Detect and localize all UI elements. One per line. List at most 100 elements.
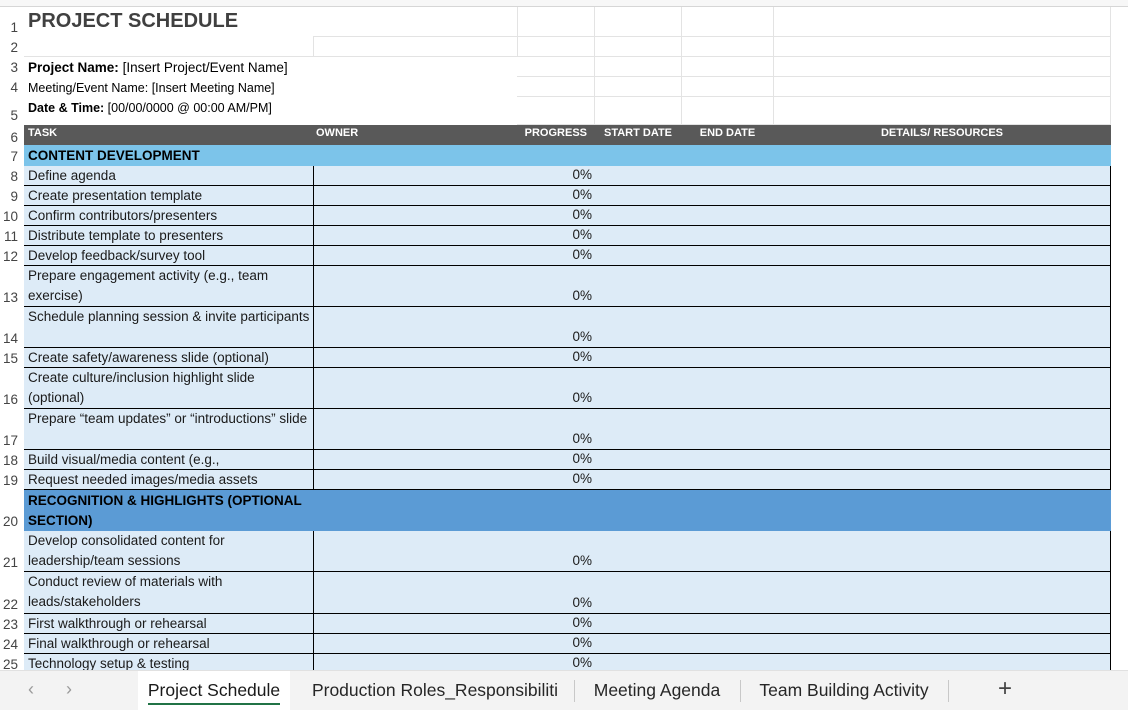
grid-cell[interactable] — [517, 97, 595, 125]
owner-cell[interactable] — [313, 634, 518, 654]
end-date-cell[interactable] — [681, 368, 774, 409]
start-date-cell[interactable] — [594, 348, 682, 368]
end-date-cell[interactable] — [681, 206, 774, 226]
end-date-cell[interactable] — [681, 166, 774, 186]
owner-cell[interactable] — [313, 307, 518, 348]
progress-cell[interactable]: 0% — [517, 307, 595, 348]
grid-cell[interactable] — [517, 37, 595, 57]
grid-cell[interactable] — [773, 7, 1111, 37]
datetime-cell[interactable]: Date & Time: [00/00/0000 @ 00:00 AM/PM] — [24, 97, 444, 125]
grid-cell[interactable] — [594, 97, 682, 125]
tab-project-schedule[interactable]: Project Schedule — [138, 671, 290, 710]
section-header[interactable]: RECOGNITION & HIGHLIGHTS (OPTIONAL SECTI… — [24, 490, 1111, 531]
progress-cell[interactable]: 0% — [517, 409, 595, 450]
owner-cell[interactable] — [313, 470, 518, 490]
start-date-cell[interactable] — [594, 531, 682, 572]
details-cell[interactable] — [773, 226, 1111, 246]
details-cell[interactable] — [773, 368, 1111, 409]
owner-cell[interactable] — [313, 166, 518, 186]
progress-cell[interactable]: 0% — [517, 226, 595, 246]
end-date-cell[interactable] — [681, 572, 774, 614]
task-cell[interactable]: Define agenda — [24, 166, 314, 186]
progress-cell[interactable]: 0% — [517, 206, 595, 226]
end-date-cell[interactable] — [681, 226, 774, 246]
row-number[interactable]: 18 — [0, 450, 24, 470]
start-date-cell[interactable] — [594, 470, 682, 490]
task-cell[interactable]: Final walkthrough or rehearsal — [24, 634, 314, 654]
end-date-cell[interactable] — [681, 246, 774, 266]
start-date-cell[interactable] — [594, 572, 682, 614]
details-cell[interactable] — [773, 450, 1111, 470]
row-number[interactable]: 3 — [0, 57, 24, 77]
end-date-cell[interactable] — [681, 266, 774, 307]
row-number[interactable]: 5 — [0, 97, 24, 125]
start-date-cell[interactable] — [594, 226, 682, 246]
progress-cell[interactable]: 0% — [517, 531, 595, 572]
task-cell[interactable]: Request needed images/media assets — [24, 470, 314, 490]
details-cell[interactable] — [773, 166, 1111, 186]
task-cell[interactable]: Prepare engagement activity (e.g., team … — [24, 266, 314, 307]
row-number[interactable]: 22 — [0, 572, 24, 614]
add-sheet-icon[interactable]: + — [998, 675, 1012, 703]
start-date-cell[interactable] — [594, 450, 682, 470]
progress-cell[interactable]: 0% — [517, 614, 595, 634]
grid-cell[interactable] — [681, 37, 774, 57]
details-cell[interactable] — [773, 531, 1111, 572]
row-number[interactable]: 7 — [0, 145, 24, 166]
grid-cell[interactable] — [773, 97, 1111, 125]
progress-cell[interactable]: 0% — [517, 450, 595, 470]
task-cell[interactable]: Schedule planning session & invite parti… — [24, 307, 314, 348]
details-cell[interactable] — [773, 614, 1111, 634]
grid-cell[interactable] — [517, 57, 595, 77]
tab-meeting-agenda[interactable]: Meeting Agenda — [582, 671, 732, 710]
end-date-cell[interactable] — [681, 531, 774, 572]
grid-cell[interactable] — [517, 77, 595, 97]
row-number[interactable]: 13 — [0, 266, 24, 307]
progress-cell[interactable]: 0% — [517, 634, 595, 654]
grid-cell[interactable] — [313, 7, 518, 37]
tab-team-building-activity[interactable]: Team Building Activity — [748, 671, 940, 710]
end-date-cell[interactable] — [681, 634, 774, 654]
start-date-cell[interactable] — [594, 206, 682, 226]
owner-cell[interactable] — [313, 348, 518, 368]
grid-cell[interactable] — [594, 77, 682, 97]
row-number[interactable]: 12 — [0, 246, 24, 266]
owner-cell[interactable] — [313, 226, 518, 246]
row-number[interactable]: 10 — [0, 206, 24, 226]
row-number[interactable]: 14 — [0, 307, 24, 348]
details-cell[interactable] — [773, 634, 1111, 654]
task-cell[interactable]: Develop consolidated content for leaders… — [24, 531, 314, 572]
end-date-cell[interactable] — [681, 186, 774, 206]
progress-cell[interactable]: 0% — [517, 348, 595, 368]
start-date-cell[interactable] — [594, 266, 682, 307]
grid-cell[interactable] — [773, 57, 1111, 77]
progress-cell[interactable]: 0% — [517, 572, 595, 614]
row-number[interactable]: 24 — [0, 634, 24, 654]
start-date-cell[interactable] — [594, 166, 682, 186]
task-cell[interactable]: Technology setup & testing — [24, 654, 314, 670]
start-date-cell[interactable] — [594, 409, 682, 450]
row-number[interactable]: 23 — [0, 614, 24, 634]
grid-cell[interactable] — [681, 97, 774, 125]
details-cell[interactable] — [773, 348, 1111, 368]
details-cell[interactable] — [773, 266, 1111, 307]
row-number[interactable]: 2 — [0, 37, 24, 57]
row-number[interactable]: 16 — [0, 368, 24, 409]
details-cell[interactable] — [773, 206, 1111, 226]
grid-cell[interactable] — [594, 7, 682, 37]
project-name-cell[interactable]: Project Name: [Insert Project/Event Name… — [24, 57, 444, 77]
start-date-cell[interactable] — [594, 614, 682, 634]
row-number[interactable]: 17 — [0, 409, 24, 450]
task-cell[interactable]: Confirm contributors/presenters — [24, 206, 314, 226]
header-details[interactable]: DETAILS/ RESOURCES — [773, 125, 1111, 145]
row-number[interactable]: 1 — [0, 7, 24, 37]
task-cell[interactable]: Distribute template to presenters — [24, 226, 314, 246]
task-cell[interactable]: Conduct review of materials with leads/s… — [24, 572, 314, 614]
row-number[interactable]: 6 — [0, 125, 24, 145]
grid-cell[interactable] — [773, 37, 1111, 57]
grid-cell[interactable] — [681, 7, 774, 37]
grid-cell[interactable] — [681, 77, 774, 97]
progress-cell[interactable]: 0% — [517, 166, 595, 186]
start-date-cell[interactable] — [594, 246, 682, 266]
task-cell[interactable]: Develop feedback/survey tool — [24, 246, 314, 266]
